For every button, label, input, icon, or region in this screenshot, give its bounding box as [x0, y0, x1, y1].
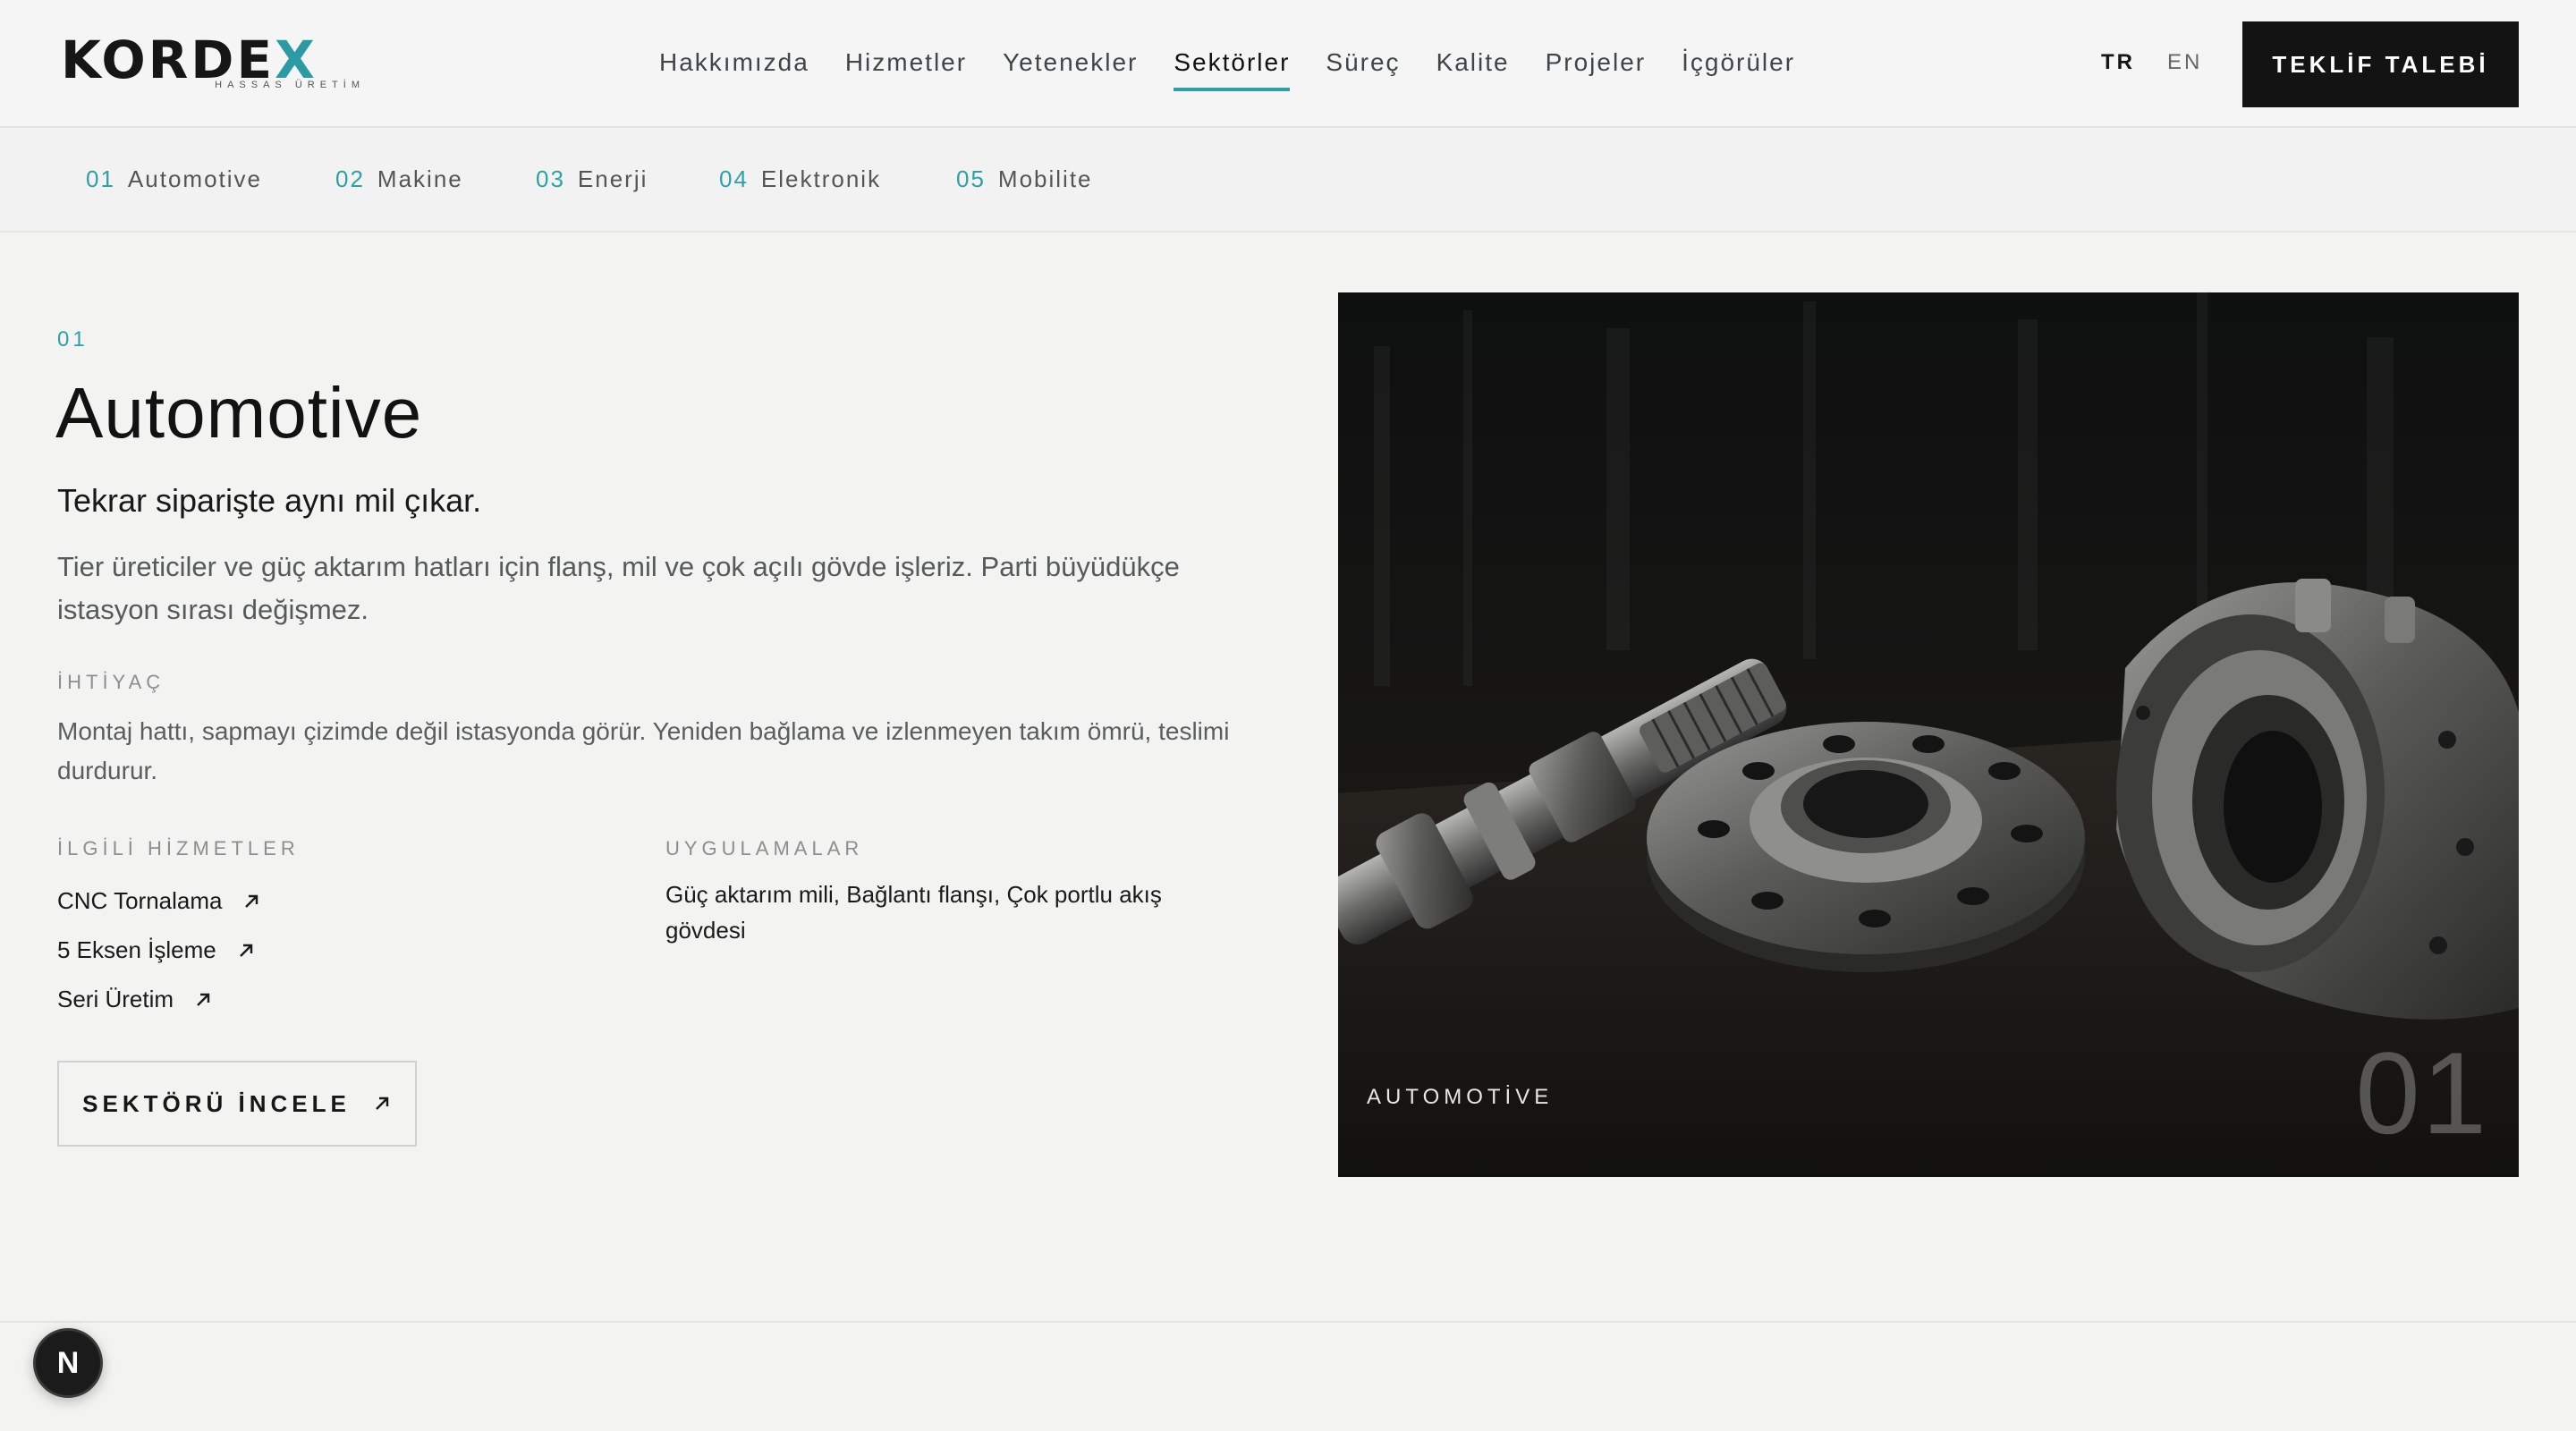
nav-item-projeler[interactable]: Projeler [1546, 45, 1646, 80]
site-header: KORDEX HASSAS ÜRETİM Hakkımızda Hizmetle… [0, 0, 2576, 128]
language-en[interactable]: EN [2167, 50, 2202, 75]
nav-item-surec[interactable]: Süreç [1326, 45, 1400, 80]
nav-item-kalite[interactable]: Kalite [1436, 45, 1510, 80]
section-divider [0, 1321, 2576, 1323]
main-nav: Hakkımızda Hizmetler Yetenekler Sektörle… [659, 45, 1795, 91]
applications-label: UYGULAMALAR [665, 837, 864, 859]
explore-sector-label: SEKTÖRÜ İNCELE [82, 1089, 351, 1117]
related-service-label: Seri Üretim [57, 986, 174, 1012]
subnav-item-automotive[interactable]: 01 Automotive [86, 165, 262, 193]
subnav-label: Makine [377, 165, 463, 192]
subnav-number: 02 [335, 165, 365, 192]
subnav-number: 03 [536, 165, 565, 192]
nav-item-yetenekler[interactable]: Yetenekler [1003, 45, 1138, 80]
related-service-cnc-tornalama[interactable]: CNC Tornalama [57, 876, 261, 926]
related-service-label: 5 Eksen İşleme [57, 936, 216, 963]
logo-wordmark: KORDEX [61, 30, 318, 90]
sector-subnav: 01 Automotive 02 Makine 03 Enerji 04 Elektro… [0, 130, 2576, 233]
quote-request-button[interactable]: TEKLİF TALEBİ [2242, 21, 2519, 107]
image-number: 01 [2355, 1028, 2488, 1158]
need-text: Montaj hattı, sapmayı çizimde değil ista… [57, 717, 1230, 784]
related-service-seri-uretim[interactable]: Seri Üretim [57, 975, 261, 1024]
related-service-label: CNC Tornalama [57, 887, 223, 914]
subnav-label: Mobilite [997, 165, 1093, 192]
arrow-up-right-icon [245, 894, 258, 908]
related-service-5-eksen[interactable]: 5 Eksen İşleme [57, 926, 261, 975]
subnav-label: Automotive [127, 165, 262, 192]
applications-text: Güç aktarım mili, Bağlantı flanşı, Çok p… [665, 881, 1162, 944]
nav-item-hakkimizda[interactable]: Hakkımızda [659, 45, 809, 80]
subnav-item-enerji[interactable]: 03 Enerji [536, 165, 648, 193]
sector-hero-image: AUTOMOTİVE 01 [1338, 292, 2519, 1177]
nextjs-dev-badge[interactable]: N [33, 1328, 103, 1398]
related-services-list: CNC Tornalama 5 Eksen İşleme Seri Üretim [57, 876, 261, 1024]
need-label: İHTİYAÇ [57, 671, 165, 693]
arrow-up-right-icon [197, 993, 210, 1006]
subnav-label: Elektronik [760, 165, 882, 192]
subnav-number: 01 [86, 165, 115, 192]
machined-parts-illustration [1338, 292, 2519, 1177]
nav-item-sektorler[interactable]: Sektörler [1174, 45, 1291, 91]
subnav-label: Enerji [577, 165, 648, 192]
arrow-up-right-icon [239, 944, 252, 957]
subnav-number: 05 [956, 165, 986, 192]
explore-sector-button[interactable]: SEKTÖRÜ İNCELE [57, 1061, 417, 1147]
logo[interactable]: KORDEX HASSAS ÜRETİM [61, 34, 365, 93]
arrow-up-right-icon [375, 1097, 389, 1110]
logo-tagline: HASSAS ÜRETİM [215, 80, 365, 90]
subnav-item-elektronik[interactable]: 04 Elektronik [719, 165, 881, 193]
sector-subtitle: Tekrar siparişte aynı mil çıkar. [57, 482, 482, 519]
sector-title: Automotive [55, 373, 423, 453]
language-tr[interactable]: TR [2101, 50, 2135, 75]
nav-item-hizmetler[interactable]: Hizmetler [845, 45, 967, 80]
related-services-label: İLGİLİ HİZMETLER [57, 837, 300, 859]
sector-lead: Tier üreticiler ve güç aktarım hatları i… [57, 551, 1180, 625]
image-caption: AUTOMOTİVE [1367, 1085, 1554, 1109]
subnav-number: 04 [719, 165, 749, 192]
nav-item-icgoruler[interactable]: İçgörüler [1682, 45, 1795, 80]
sector-number: 01 [57, 327, 89, 351]
subnav-item-mobilite[interactable]: 05 Mobilite [956, 165, 1093, 193]
subnav-item-makine[interactable]: 02 Makine [335, 165, 463, 193]
